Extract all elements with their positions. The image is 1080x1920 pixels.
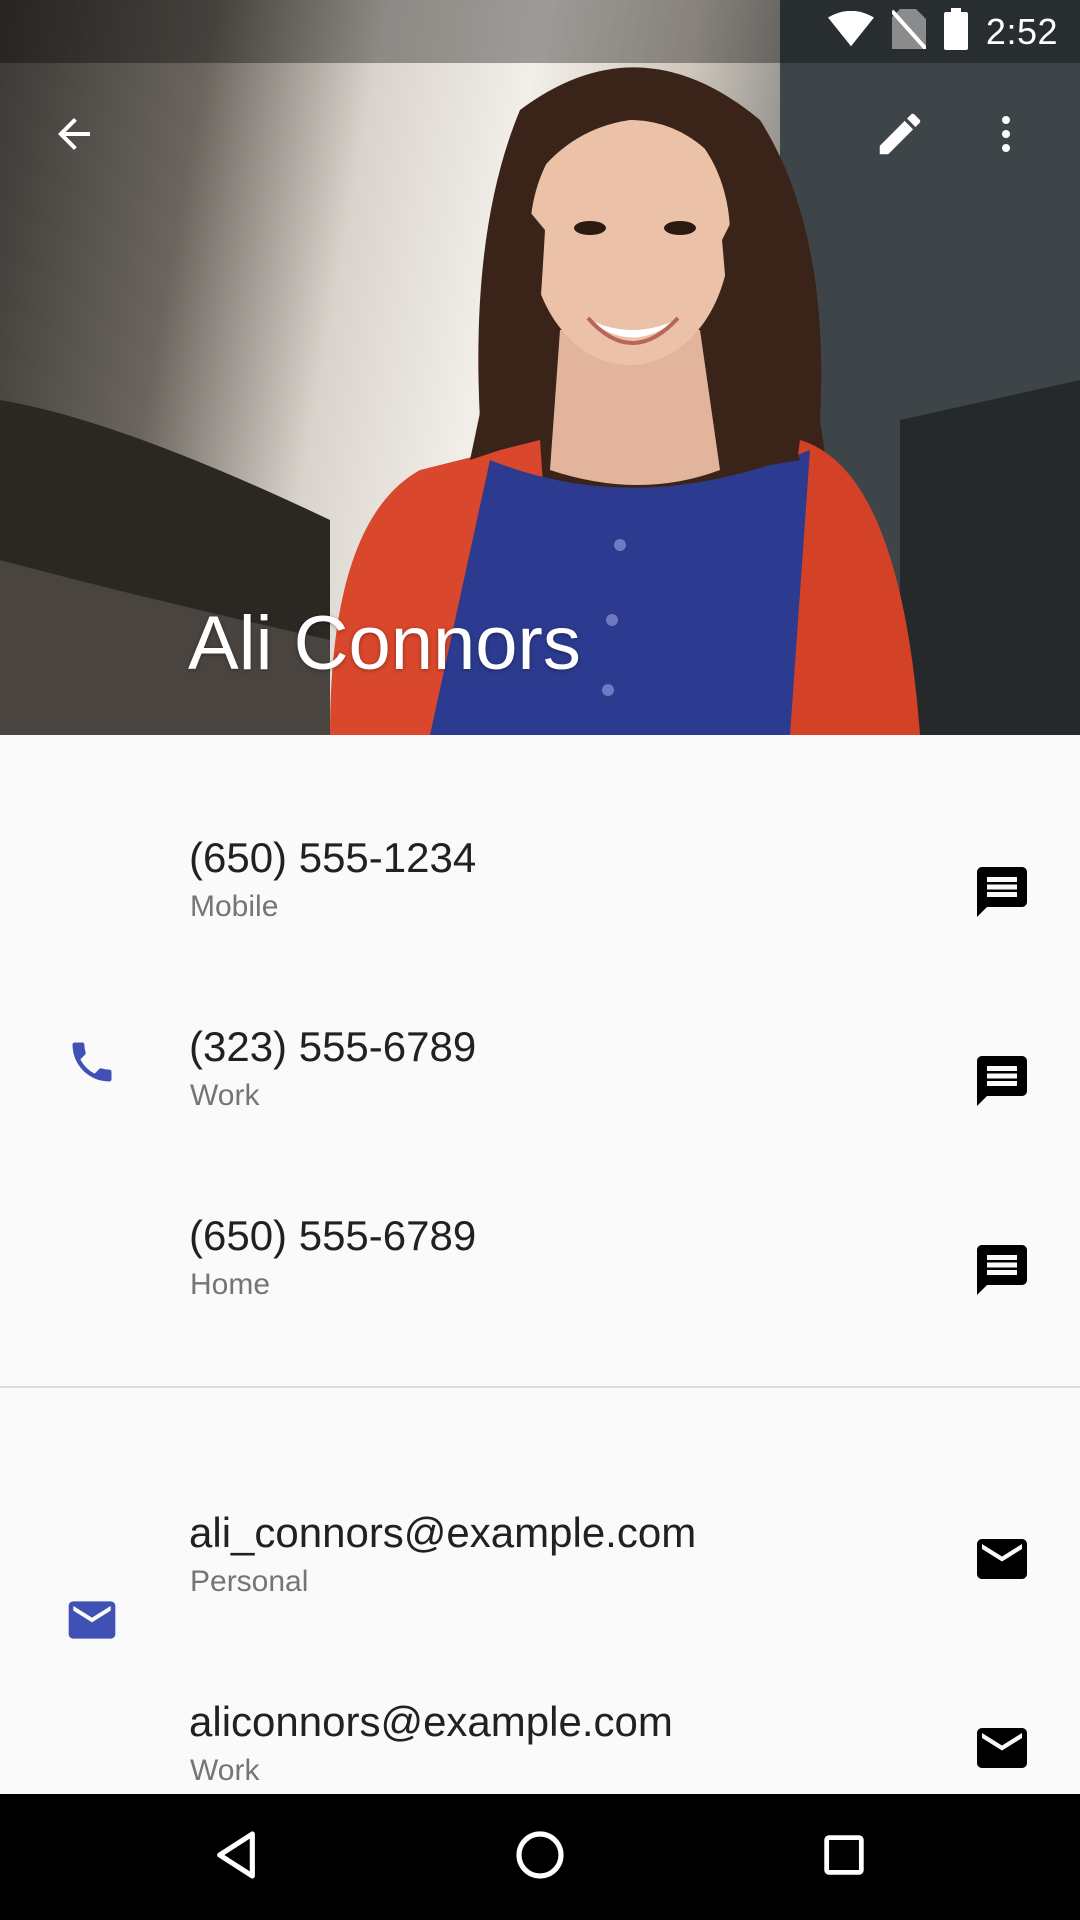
message-button[interactable] <box>970 1051 1034 1115</box>
status-time: 2:52 <box>985 10 1058 52</box>
send-email-button[interactable] <box>970 1529 1034 1593</box>
message-icon <box>972 862 1032 927</box>
email-address: ali_connors@example.com <box>189 1509 697 1556</box>
status-bar: 2:52 <box>0 0 1080 63</box>
nav-back-button[interactable] <box>196 1817 276 1897</box>
more-options-button[interactable] <box>970 100 1042 172</box>
email-icon <box>972 1529 1032 1594</box>
email-type: Personal <box>190 1565 309 1598</box>
phone-row[interactable]: (323) 555-6789 Work <box>0 991 1080 1180</box>
section-divider <box>0 1386 1080 1388</box>
navigation-bar <box>0 1794 1080 1920</box>
email-type: Work <box>190 1754 260 1787</box>
edit-pencil-icon <box>873 107 927 166</box>
battery-icon <box>943 8 968 55</box>
message-icon <box>972 1240 1032 1305</box>
contact-header: 2:52 Ali Connors <box>0 0 1080 735</box>
email-icon <box>972 1718 1032 1783</box>
nav-recents-icon <box>818 1829 870 1886</box>
back-arrow-icon <box>50 110 98 163</box>
phone-row[interactable]: (650) 555-1234 Mobile <box>0 802 1080 991</box>
email-address: aliconnors@example.com <box>189 1698 673 1745</box>
email-row[interactable]: ali_connors@example.com Personal <box>0 1477 1080 1666</box>
more-vert-icon <box>982 110 1030 163</box>
phone-row[interactable]: (650) 555-6789 Home <box>0 1180 1080 1369</box>
nav-home-icon <box>512 1827 568 1888</box>
message-button[interactable] <box>970 1240 1034 1304</box>
phone-type: Home <box>190 1268 271 1301</box>
edit-button[interactable] <box>864 100 936 172</box>
no-sim-icon <box>890 9 928 54</box>
message-button[interactable] <box>970 862 1034 926</box>
wifi-icon <box>827 10 874 52</box>
contact-name: Ali Connors <box>188 601 581 686</box>
message-icon <box>972 1051 1032 1116</box>
phone-number: (323) 555-6789 <box>189 1023 477 1070</box>
nav-back-icon <box>208 1827 264 1888</box>
phone-type: Mobile <box>190 890 279 923</box>
back-button[interactable] <box>38 100 110 172</box>
nav-recents-button[interactable] <box>804 1817 884 1897</box>
phone-number: (650) 555-1234 <box>189 834 477 881</box>
phone-number: (650) 555-6789 <box>189 1212 477 1259</box>
nav-home-button[interactable] <box>500 1817 580 1897</box>
phone-type: Work <box>190 1079 260 1112</box>
send-email-button[interactable] <box>970 1718 1034 1782</box>
